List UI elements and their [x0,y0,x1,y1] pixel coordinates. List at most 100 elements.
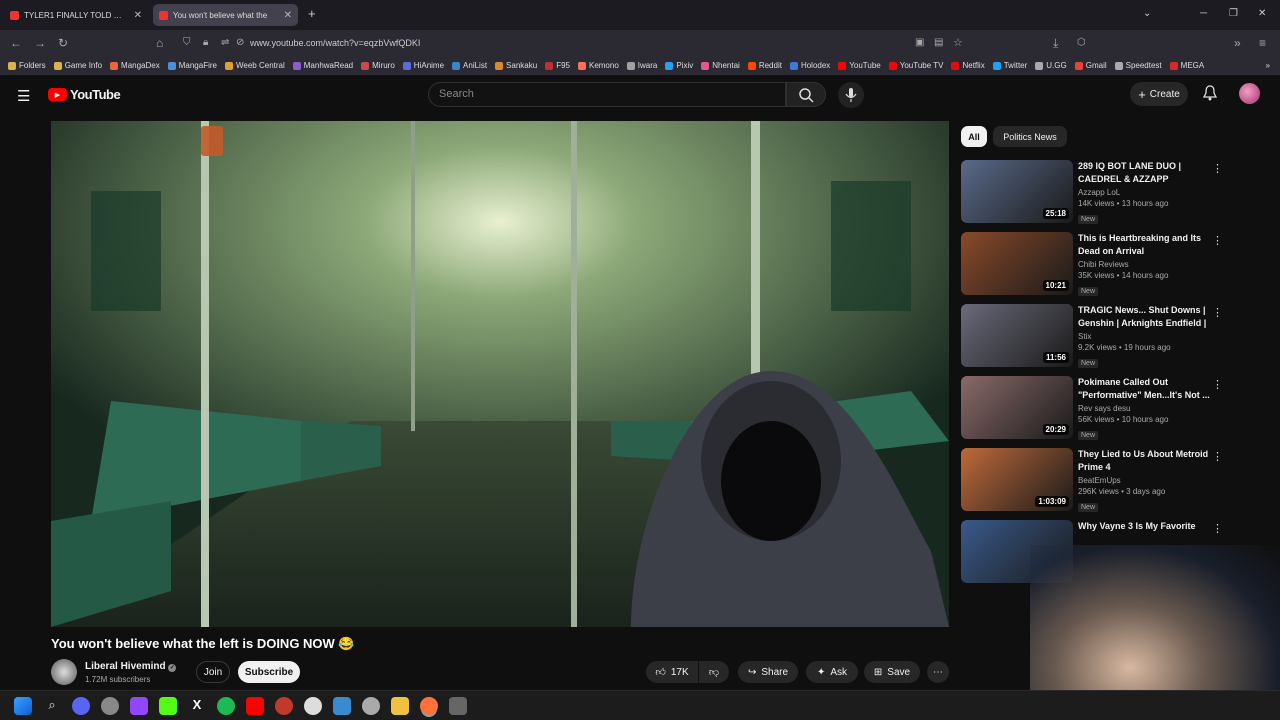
notifications-bell-icon[interactable] [1202,85,1218,104]
video-thumbnail[interactable]: 10:21 [961,232,1073,295]
url-field[interactable]: www.youtube.com/watch?v=eqzbVwfQDKI [180,34,970,52]
channel-name[interactable]: Liberal Hivemind ✓ [85,661,177,672]
bookmark-item[interactable]: Kemono [577,61,619,70]
recommendation-title[interactable]: Pokimane Called Out "Performative" Men..… [1078,376,1213,402]
recommendation-title[interactable]: They Lied to Us About Metroid Prime 4 [1078,448,1213,474]
bookmark-item[interactable]: AniList [452,61,487,70]
more-vertical-icon[interactable]: ⋮ [1212,378,1223,391]
discord-icon[interactable] [72,697,90,715]
bookmark-item[interactable]: YouTube TV [888,61,943,70]
bookmark-item[interactable]: Pixiv [665,61,693,70]
recommendation-title[interactable]: This is Heartbreaking and Its Dead on Ar… [1078,232,1213,258]
bookmark-item[interactable]: Speedtest [1114,61,1162,70]
overflow-chevron-icon[interactable]: » [1234,36,1241,50]
bookmark-star-icon[interactable]: ☆ [953,36,963,50]
subscribe-button[interactable]: Subscribe [238,661,300,683]
chip-all[interactable]: All [961,126,987,147]
windows-start-icon[interactable] [14,697,32,715]
browser-tab[interactable]: TYLER1 FINALLY TOLD HIM 😭 ✕ [4,4,148,26]
minimize-icon[interactable]: ─ [1200,8,1207,19]
recommendation-item[interactable]: 25:18 289 IQ BOT LANE DUO | CAEDREL & AZZ… [961,160,1231,224]
bookmark-item[interactable]: MangaDex [110,61,160,70]
recommendation-title[interactable]: TRAGIC News... Shut Downs | Genshin | Ar… [1078,304,1213,330]
more-vertical-icon[interactable]: ⋮ [1212,450,1223,463]
spotify-icon[interactable] [217,697,235,715]
recommendation-channel[interactable]: Stix [1078,332,1213,341]
youtube-app-icon[interactable] [246,697,264,715]
window-close-icon[interactable]: ✕ [1258,8,1266,19]
app-icon[interactable] [362,697,380,715]
bookmark-item[interactable]: ManhwaRead [292,61,353,70]
video-thumbnail[interactable]: 20:29 [961,376,1073,439]
kick-icon[interactable] [159,697,177,715]
forward-icon[interactable]: → [34,36,46,50]
bookmark-item[interactable]: HiAnime [402,61,444,70]
tab-list-icon[interactable]: ⌄ [1143,8,1151,19]
more-vertical-icon[interactable]: ⋮ [1212,522,1223,535]
search-input[interactable]: Search [428,82,786,107]
avatar[interactable] [1239,83,1260,104]
bookmark-item[interactable]: Game Info [53,61,102,70]
recommendation-item[interactable]: 10:21 This is Heartbreaking and Its Dead … [961,232,1231,296]
bookmark-item[interactable]: Folders [8,61,46,70]
reader-view-icon[interactable]: ▤ [934,36,943,50]
bookmark-item[interactable]: U.GG [1035,61,1067,70]
download-icon[interactable]: ⤓ [1053,36,1058,50]
more-actions-button[interactable]: ⋯ [927,661,949,683]
recommendation-item[interactable]: 1:03:09 They Lied to Us About Metroid Pri… [961,448,1231,512]
app-icon[interactable] [275,697,293,715]
search-button[interactable] [786,82,826,107]
picture-in-picture-icon[interactable]: ▣ [915,36,924,50]
app-icon[interactable] [101,697,119,715]
bookmark-item[interactable]: Miruro [361,61,395,70]
share-button[interactable]: ↪ Share [738,661,798,683]
recommendation-channel[interactable]: Rev says desu [1078,404,1213,413]
extensions-icon[interactable]: ⬡ [1077,36,1086,50]
bookmark-item[interactable]: Twitter [992,61,1027,70]
bookmark-item[interactable]: Netflix [951,61,985,70]
create-button[interactable]: + Create [1130,82,1188,106]
video-thumbnail[interactable]: 11:56 [961,304,1073,367]
recommendation-item[interactable]: 20:29 Pokimane Called Out "Performative" … [961,376,1231,440]
more-vertical-icon[interactable]: ⋮ [1212,162,1223,175]
bookmark-item[interactable]: F95 [545,61,570,70]
voice-search-button[interactable] [838,82,864,108]
firefox-icon[interactable] [420,697,438,715]
dislike-button[interactable]: 👎︎ [699,661,729,683]
file-explorer-icon[interactable] [391,697,409,715]
recommendation-channel[interactable]: Chibi Reviews [1078,260,1213,269]
recommendation-channel[interactable]: Azzapp LoL [1078,188,1213,197]
close-icon[interactable]: ✕ [134,10,142,21]
channel-avatar[interactable] [51,659,77,685]
more-vertical-icon[interactable]: ⋮ [1212,234,1223,247]
more-vertical-icon[interactable]: ⋮ [1212,306,1223,319]
bookmark-item[interactable]: Sankaku [495,61,537,70]
video-player[interactable] [51,121,949,627]
reload-icon[interactable]: ↻ [58,36,68,50]
twitch-icon[interactable] [130,697,148,715]
bookmark-item[interactable]: Weeb Central [224,61,285,70]
menu-icon[interactable]: ≡ [1259,36,1266,50]
recommendation-title[interactable]: Why Vayne 3 Is My Favorite [1078,520,1213,533]
recommendation-title[interactable]: 289 IQ BOT LANE DUO | CAEDREL & AZZAPP [1078,160,1213,186]
chip-politics-news[interactable]: Politics News [993,126,1067,147]
ask-button[interactable]: ✦ Ask [806,661,858,683]
new-tab-button[interactable]: + [308,6,316,21]
close-icon[interactable]: ✕ [284,10,292,21]
search-icon[interactable]: ⌕ [43,697,61,715]
youtube-logo[interactable]: ▶ YouTube [48,87,121,102]
app-icon[interactable] [449,697,467,715]
back-icon[interactable]: ← [10,36,22,50]
bookmark-item[interactable]: Reddit [747,61,782,70]
video-thumbnail[interactable]: 1:03:09 [961,448,1073,511]
media-player-icon[interactable] [304,697,322,715]
browser-tab-active[interactable]: You won't believe what the ✕ [153,4,298,26]
recommendation-channel[interactable]: BeatEmUps [1078,476,1213,485]
bookmark-item[interactable]: MangaFire [167,61,217,70]
like-button[interactable]: 👍︎ 17K [646,661,698,683]
photos-icon[interactable] [333,697,351,715]
bookmarks-overflow-icon[interactable]: » [1266,61,1280,70]
bookmark-item[interactable]: Iwara [626,61,657,70]
hamburger-menu-icon[interactable]: ☰ [17,87,30,105]
home-icon[interactable]: ⌂ [156,36,163,50]
